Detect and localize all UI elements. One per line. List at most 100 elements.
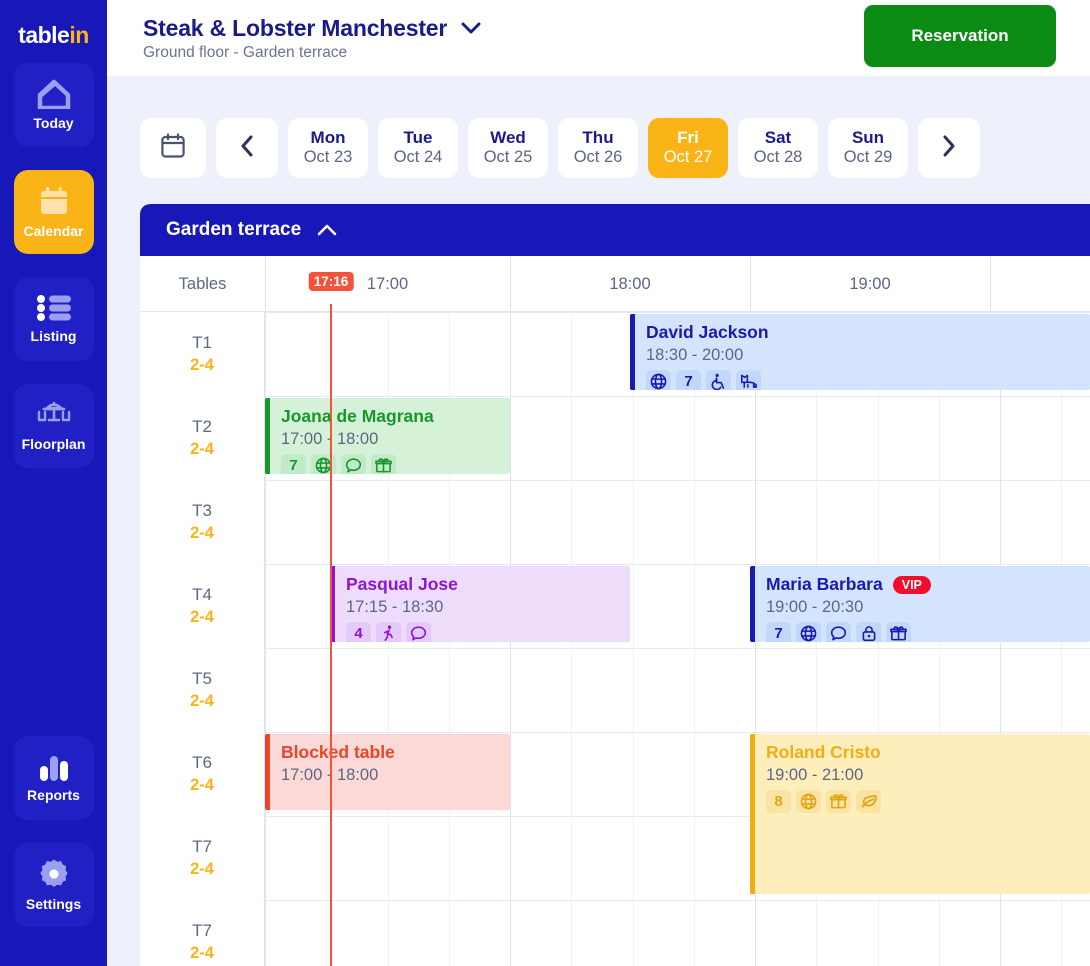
bar-chart-icon [37, 753, 71, 781]
globe-icon [311, 453, 336, 474]
globe-icon [796, 789, 821, 813]
reservation-block[interactable]: Roland Cristo 19:00 - 21:00 8 [750, 734, 1090, 894]
chat-icon [406, 621, 431, 642]
home-icon [36, 79, 72, 109]
day-cell-sun[interactable]: Sun Oct 29 [828, 118, 908, 178]
table-capacity: 2-4 [190, 608, 214, 626]
day-cell-mon[interactable]: Mon Oct 23 [288, 118, 368, 178]
table-row-header[interactable]: T6 2-4 [140, 732, 265, 816]
timeline-header: Tables 17:00 18:00 19:00 17:16 [140, 256, 1090, 312]
sidebar-item-listing[interactable]: Listing [13, 277, 94, 361]
reservation-block[interactable]: Blocked table 17:00 - 18:00 [265, 734, 510, 810]
main-content: Mon Oct 23 Tue Oct 24 Wed Oct 25 Thu Oct 26 Fri O… [107, 76, 1090, 966]
sidebar-item-settings[interactable]: Settings [13, 843, 94, 927]
day-cell-thu[interactable]: Thu Oct 26 [558, 118, 638, 178]
day-date: Oct 25 [483, 147, 533, 166]
sidebar-item-calendar[interactable]: Calendar [13, 170, 94, 254]
calendar-picker-button[interactable] [140, 118, 206, 178]
prev-week-button[interactable] [216, 118, 278, 178]
sidebar-item-label: Today [33, 115, 74, 131]
sidebar: tablein Today Calendar Listing Floorplan… [0, 0, 107, 966]
reservation-guest-name: Maria Barbara [766, 574, 883, 594]
day-of-week: Mon [310, 128, 346, 148]
reservation-time: 18:30 - 20:00 [646, 346, 744, 364]
sidebar-item-today[interactable]: Today [13, 63, 94, 147]
next-week-button[interactable] [918, 118, 980, 178]
row-divider [140, 648, 1090, 649]
gift-icon [886, 621, 911, 642]
top-header: Steak & Lobster Manchester Ground floor … [107, 0, 1090, 76]
day-date: Oct 23 [303, 147, 353, 166]
day-of-week: Thu [582, 128, 614, 148]
sidebar-item-floorplan[interactable]: Floorplan [13, 384, 94, 468]
table-row-header[interactable]: T7 2-4 [140, 816, 265, 900]
tables-column-divider [265, 256, 266, 312]
time-label: 19:00 [849, 274, 891, 293]
chevron-down-icon[interactable] [461, 22, 481, 35]
reservation-name-row: Joana de Magrana [281, 406, 510, 427]
table-capacity: 2-4 [190, 356, 214, 374]
table-row-header[interactable]: T2 2-4 [140, 396, 265, 480]
reservation-block[interactable]: Pasqual Jose 17:15 - 18:30 4 [330, 566, 630, 642]
leaf-icon [856, 789, 881, 813]
restaurant-selector[interactable]: Steak & Lobster Manchester [143, 15, 481, 42]
table-row-header[interactable]: T4 2-4 [140, 564, 265, 648]
reservation-icon-row: 7 [281, 453, 510, 474]
sidebar-nav-bottom: Reports Settings [13, 736, 94, 950]
table-row-header[interactable]: T7 2-4 [140, 900, 265, 966]
row-divider [140, 732, 1090, 733]
walking-icon [376, 621, 401, 642]
day-cell-sat[interactable]: Sat Oct 28 [738, 118, 818, 178]
day-cell-wed[interactable]: Wed Oct 25 [468, 118, 548, 178]
table-name: T3 [192, 501, 212, 520]
row-divider [140, 564, 1090, 565]
zone-header[interactable]: Garden terrace [140, 204, 1090, 256]
reservation-button[interactable]: Reservation [864, 5, 1056, 67]
sidebar-nav-top: Today Calendar Listing Floorplan [13, 63, 94, 491]
header-title-block: Steak & Lobster Manchester Ground floor … [143, 15, 481, 62]
row-divider [140, 900, 1090, 901]
reservation-accent-bar [265, 734, 270, 810]
sidebar-item-label: Settings [25, 896, 82, 912]
time-label: 17:00 [366, 274, 409, 293]
day-date: Oct 29 [843, 147, 893, 166]
reservation-name-row: Maria Barbara VIP [766, 574, 1090, 595]
reservation-icon-row: 7 [766, 621, 1090, 642]
current-time-badge: 17:16 [308, 272, 354, 291]
table-name: T6 [192, 753, 212, 772]
day-of-week: Sun [851, 128, 885, 148]
table-name: T1 [192, 333, 212, 352]
reservation-block[interactable]: Joana de Magrana 17:00 - 18:00 7 [265, 398, 510, 474]
day-cell-fri[interactable]: Fri Oct 27 [648, 118, 728, 178]
guest-count-badge: 8 [766, 789, 791, 813]
table-row-header[interactable]: T1 2-4 [140, 312, 265, 396]
day-cell-tue[interactable]: Tue Oct 24 [378, 118, 458, 178]
reservation-guest-name: Joana de Magrana [281, 406, 434, 426]
day-selector: Mon Oct 23 Tue Oct 24 Wed Oct 25 Thu Oct 26 Fri O… [288, 118, 908, 178]
table-name: T5 [192, 669, 212, 688]
globe-icon [646, 369, 671, 390]
table-row-header[interactable]: T3 2-4 [140, 480, 265, 564]
guest-count-badge: 7 [766, 621, 791, 642]
table-capacity: 2-4 [190, 860, 214, 878]
row-divider [140, 396, 1090, 397]
reservation-block[interactable]: David Jackson 18:30 - 20:00 7 [630, 314, 1090, 390]
reservation-time: 19:00 - 21:00 [766, 766, 864, 784]
table-row-header[interactable]: T5 2-4 [140, 648, 265, 732]
chat-icon [826, 621, 851, 642]
floorplan-icon [36, 400, 72, 430]
chevron-up-icon[interactable] [317, 224, 337, 236]
logo-text-accent: in [69, 22, 89, 48]
table-capacity: 2-4 [190, 776, 214, 794]
page-title: Steak & Lobster Manchester [143, 14, 448, 41]
table-name: T2 [192, 417, 212, 436]
table-name: T4 [192, 585, 212, 604]
guest-count-badge: 7 [676, 369, 701, 390]
sidebar-item-label: Floorplan [21, 436, 86, 452]
day-date: Oct 28 [753, 147, 803, 166]
sidebar-item-reports[interactable]: Reports [13, 736, 94, 820]
sidebar-item-label: Reports [27, 787, 80, 803]
day-of-week: Fri [677, 128, 699, 148]
reservation-block[interactable]: Maria Barbara VIP 19:00 - 20:30 7 [750, 566, 1090, 642]
date-navigation-bar: Mon Oct 23 Tue Oct 24 Wed Oct 25 Thu Oct 26 Fri O… [140, 118, 980, 178]
